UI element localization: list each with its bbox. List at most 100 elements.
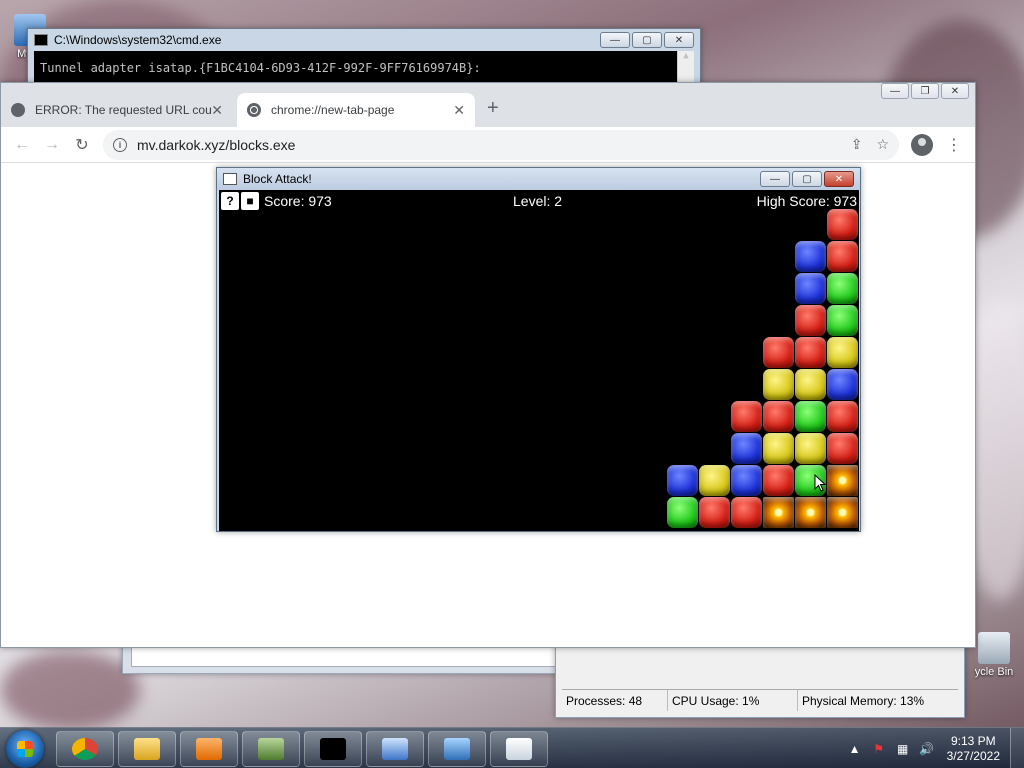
tab-error[interactable]: ERROR: The requested URL could ✕ xyxy=(1,93,233,127)
show-desktop-button[interactable] xyxy=(1010,728,1024,768)
action-center-icon[interactable]: ⚑ xyxy=(871,741,887,757)
block-red[interactable] xyxy=(699,497,730,528)
task-manager-window[interactable]: Processes: 48 CPU Usage: 1% Physical Mem… xyxy=(555,640,965,718)
block-green[interactable] xyxy=(827,273,858,304)
info-icon[interactable]: i xyxy=(113,137,127,152)
minimize-button[interactable]: — xyxy=(881,83,909,99)
cmd-window[interactable]: C:\Windows\system32\cmd.exe — ▢ ✕ Tunnel… xyxy=(27,28,701,88)
block-red[interactable] xyxy=(731,497,762,528)
taskbar-app-remote-desktop[interactable] xyxy=(366,731,424,767)
exploding-block[interactable] xyxy=(827,497,858,528)
block-yellow[interactable] xyxy=(763,433,794,464)
block-red[interactable] xyxy=(763,401,794,432)
taskbar-app-control-panel[interactable] xyxy=(428,731,486,767)
processes-count: Processes: 48 xyxy=(562,690,668,711)
device-manager-icon xyxy=(258,738,284,760)
minimize-button[interactable]: — xyxy=(760,171,790,187)
forward-button[interactable]: → xyxy=(37,131,67,159)
taskbar-app-device-manager[interactable] xyxy=(242,731,300,767)
bookmark-star-icon[interactable]: ☆ xyxy=(876,136,889,153)
block-red[interactable] xyxy=(827,401,858,432)
block-red[interactable] xyxy=(827,209,858,240)
app-icon xyxy=(223,173,237,185)
stop-button[interactable]: ■ xyxy=(241,192,259,210)
block-yellow[interactable] xyxy=(795,433,826,464)
minimize-button[interactable]: — xyxy=(600,32,630,48)
recycle-bin-icon xyxy=(978,632,1010,664)
taskbar-app-media-player[interactable] xyxy=(180,731,238,767)
block-blue[interactable] xyxy=(827,369,858,400)
high-score-label: High Score: 973 xyxy=(756,193,857,209)
block-blue[interactable] xyxy=(795,273,826,304)
browser-toolbar: ← → ↻ i mv.darkok.xyz/blocks.exe ⇪ ☆ ⋮ xyxy=(1,127,975,163)
level-label: Level: 2 xyxy=(513,193,563,209)
close-button[interactable]: ✕ xyxy=(941,83,969,99)
mouse-pointer-icon xyxy=(814,474,826,492)
close-button[interactable]: ✕ xyxy=(664,32,694,48)
taskbar-app-chrome[interactable] xyxy=(56,731,114,767)
block-red[interactable] xyxy=(827,433,858,464)
tab-new-tab-page[interactable]: chrome://new-tab-page ✕ xyxy=(237,93,475,127)
block-yellow[interactable] xyxy=(763,369,794,400)
explorer-icon xyxy=(134,738,160,760)
exploding-block[interactable] xyxy=(795,497,826,528)
volume-icon[interactable]: 🔊 xyxy=(919,741,935,757)
block-blue[interactable] xyxy=(731,433,762,464)
maximize-button[interactable]: ▢ xyxy=(632,32,662,48)
maximize-button[interactable]: ▢ xyxy=(792,171,822,187)
exploding-block[interactable] xyxy=(827,465,858,496)
block-blue[interactable] xyxy=(667,465,698,496)
block-red[interactable] xyxy=(731,401,762,432)
block-yellow[interactable] xyxy=(699,465,730,496)
help-button[interactable]: ? xyxy=(221,192,239,210)
block-blue[interactable] xyxy=(795,241,826,272)
block-green[interactable] xyxy=(827,305,858,336)
game-titlebar[interactable]: Block Attack! — ▢ ✕ xyxy=(217,168,860,190)
block-red[interactable] xyxy=(763,337,794,368)
reload-button[interactable]: ↻ xyxy=(67,131,97,159)
close-tab-icon[interactable]: ✕ xyxy=(211,102,223,119)
remote-desktop-icon xyxy=(382,738,408,760)
close-tab-icon[interactable]: ✕ xyxy=(453,102,465,119)
tab-label: ERROR: The requested URL could xyxy=(35,103,211,117)
system-tray: ▲ ⚑ ▦ 🔊 9:13 PM 3/27/2022 xyxy=(843,728,1024,768)
clock-date: 3/27/2022 xyxy=(946,748,1000,763)
back-button[interactable]: ← xyxy=(7,131,37,159)
block-red[interactable] xyxy=(795,337,826,368)
globe-icon xyxy=(11,103,25,117)
game-board[interactable]: ? ■ Score: 973 Level: 2 High Score: 973 xyxy=(219,190,859,531)
taskbar-app-explorer[interactable] xyxy=(118,731,176,767)
share-icon[interactable]: ⇪ xyxy=(851,136,863,153)
exploding-block[interactable] xyxy=(763,497,794,528)
game-title: Block Attack! xyxy=(243,172,312,186)
task-manager-statusbar: Processes: 48 CPU Usage: 1% Physical Mem… xyxy=(562,689,958,711)
block-yellow[interactable] xyxy=(795,369,826,400)
cmd-icon xyxy=(34,34,48,46)
close-button[interactable]: ✕ xyxy=(824,171,854,187)
chrome-icon xyxy=(247,103,261,117)
console-line: Tunnel adapter isatap.{F1BC4104-6D93-412… xyxy=(40,61,481,75)
restore-button[interactable]: ❐ xyxy=(911,83,939,99)
network-icon[interactable]: ▦ xyxy=(895,741,911,757)
show-hidden-icons-icon[interactable]: ▲ xyxy=(847,741,863,757)
block-attack-window[interactable]: Block Attack! — ▢ ✕ ? ■ Score: 973 Level… xyxy=(216,167,861,532)
block-red[interactable] xyxy=(763,465,794,496)
block-red[interactable] xyxy=(827,241,858,272)
taskbar-app-document[interactable] xyxy=(490,731,548,767)
block-blue[interactable] xyxy=(731,465,762,496)
block-yellow[interactable] xyxy=(827,337,858,368)
cmd-titlebar[interactable]: C:\Windows\system32\cmd.exe — ▢ ✕ xyxy=(28,29,700,51)
tab-label: chrome://new-tab-page xyxy=(271,103,395,117)
window-controls: — ❐ ✕ xyxy=(881,83,969,99)
block-green[interactable] xyxy=(667,497,698,528)
clock[interactable]: 9:13 PM 3/27/2022 xyxy=(947,734,1000,764)
block-green[interactable] xyxy=(795,401,826,432)
new-tab-button[interactable]: + xyxy=(487,97,499,120)
menu-button[interactable]: ⋮ xyxy=(939,131,969,159)
profile-avatar-icon[interactable] xyxy=(911,133,933,156)
tab-strip: ERROR: The requested URL could ✕ chrome:… xyxy=(1,83,975,127)
block-red[interactable] xyxy=(795,305,826,336)
address-bar[interactable]: i mv.darkok.xyz/blocks.exe ⇪ ☆ xyxy=(103,129,899,160)
taskbar-app-cmd[interactable] xyxy=(304,731,362,767)
start-button[interactable] xyxy=(6,730,44,768)
